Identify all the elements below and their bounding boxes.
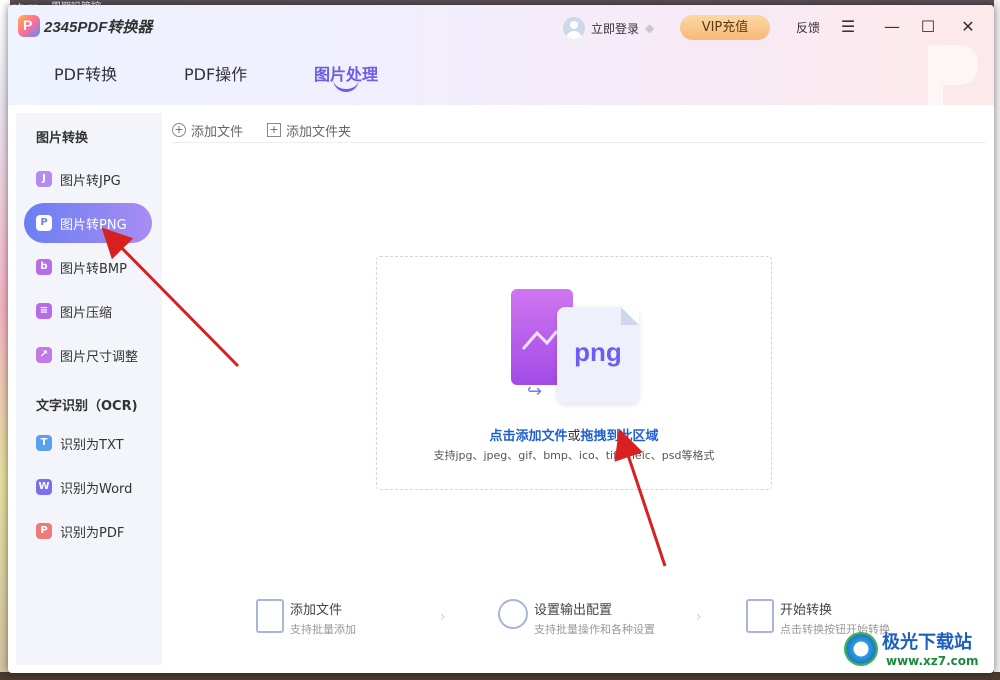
drop-instruction: 点击添加文件或拖拽到此区域 xyxy=(377,425,771,444)
gear-icon xyxy=(498,599,528,629)
chevron-right-icon: › xyxy=(696,609,702,625)
sidebar-item-ocr-word[interactable]: W 识别为Word xyxy=(24,467,152,507)
step-subtitle: 支持批量添加 xyxy=(290,623,356,636)
watermark-text: 极光下载站 xyxy=(882,632,972,653)
sidebar-item-label: 识别为Word xyxy=(60,481,133,497)
app-logo-letter: P xyxy=(23,17,33,33)
feedback-link[interactable]: 反馈 xyxy=(796,19,820,36)
sidebar-item-label: 图片转PNG xyxy=(60,217,127,233)
sidebar-item-to-bmp[interactable]: b 图片转BMP xyxy=(24,247,152,287)
desktop-right-edge xyxy=(994,0,1000,680)
chevron-right-icon: › xyxy=(440,609,446,625)
active-tab-indicator xyxy=(333,79,359,92)
login-label: 立即登录 xyxy=(591,21,640,36)
diamond-icon: ◆ xyxy=(645,21,655,35)
add-folder-button[interactable]: + 添加文件夹 xyxy=(267,121,351,140)
plus-circle-icon: + xyxy=(172,123,186,137)
compress-icon: ≡ xyxy=(36,303,52,319)
toolbar: + 添加文件 + 添加文件夹 xyxy=(172,119,375,141)
file-fold-corner xyxy=(621,307,639,325)
document-icon xyxy=(746,599,774,633)
sidebar-item-label: 图片尺寸调整 xyxy=(60,349,139,365)
step-title: 设置输出配置 xyxy=(534,603,613,618)
resize-icon: ↗ xyxy=(36,347,52,363)
pdf-icon: P xyxy=(36,523,52,539)
login-button[interactable]: 立即登录 ◆ xyxy=(563,16,654,40)
maximize-icon[interactable]: ☐ xyxy=(916,15,940,39)
step-add-file: 添加文件 支持批量添加 xyxy=(256,599,356,637)
click-add-file-link[interactable]: 点击添加文件 xyxy=(489,429,567,444)
png-file-icon: png xyxy=(557,307,639,403)
sidebar-item-label: 图片压缩 xyxy=(60,305,113,321)
toolbar-divider xyxy=(172,142,986,143)
watermark-logo-icon xyxy=(844,632,878,666)
plus-square-icon: + xyxy=(267,123,282,137)
drag-here-text: 拖拽到此区域 xyxy=(580,429,659,444)
top-nav: PDF转换 PDF操作 图片处理 xyxy=(8,61,508,101)
sidebar-item-to-png[interactable]: P 图片转PNG xyxy=(24,203,152,243)
png-icon: P xyxy=(36,215,52,231)
txt-icon: T xyxy=(36,435,52,451)
sidebar: 图片转换 J 图片转JPG P 图片转PNG b 图片转BMP ≡ 图片压缩 ↗… xyxy=(16,113,162,665)
drop-zone[interactable]: png ↪ 点击添加文件或拖拽到此区域 支持jpg、jpeg、gif、bmp、i… xyxy=(376,256,772,490)
tab-pdf-convert[interactable]: PDF转换 xyxy=(54,61,117,85)
supported-formats: 支持jpg、jpeg、gif、bmp、ico、tif、heic、psd等格式 xyxy=(433,449,715,462)
sidebar-item-label: 识别为TXT xyxy=(60,437,124,453)
close-icon[interactable]: ✕ xyxy=(956,15,980,39)
file-extension-label: png xyxy=(574,337,622,367)
sidebar-item-label: 图片转JPG xyxy=(60,173,121,189)
sidebar-item-ocr-txt[interactable]: T 识别为TXT xyxy=(24,423,152,463)
step-title: 开始转换 xyxy=(780,603,833,618)
watermark-url: www.xz7.com xyxy=(886,654,979,668)
sidebar-item-label: 图片转BMP xyxy=(60,261,127,277)
header: P 2345PDF转换器 立即登录 ◆ VIP充值 反馈 ☰ — ☐ ✕ PDF… xyxy=(8,5,994,105)
app-title: 2345PDF转换器 xyxy=(44,19,153,36)
add-file-button[interactable]: + 添加文件 xyxy=(172,121,243,140)
sidebar-item-ocr-pdf[interactable]: P 识别为PDF xyxy=(24,511,152,551)
sidebar-item-to-jpg[interactable]: J 图片转JPG xyxy=(24,159,152,199)
avatar-icon xyxy=(563,17,585,39)
step-title: 添加文件 xyxy=(290,603,343,618)
word-icon: W xyxy=(36,479,52,495)
add-file-step-icon xyxy=(256,599,284,633)
app-logo-icon: P xyxy=(18,15,40,37)
header-decoration xyxy=(928,45,978,105)
sidebar-section-ocr: 文字识别（OCR) xyxy=(36,399,138,414)
vip-recharge-button[interactable]: VIP充值 xyxy=(680,15,770,40)
sidebar-item-label: 识别为PDF xyxy=(60,525,125,541)
drop-or-text: 或 xyxy=(567,429,581,444)
tab-pdf-operate[interactable]: PDF操作 xyxy=(184,61,247,85)
step-subtitle: 支持批量操作和各种设置 xyxy=(534,623,655,636)
add-folder-label: 添加文件夹 xyxy=(286,124,352,140)
watermark: 极光下载站 www.xz7.com xyxy=(842,628,992,674)
add-file-label: 添加文件 xyxy=(191,124,244,140)
bmp-icon: b xyxy=(36,259,52,275)
jpg-icon: J xyxy=(36,171,52,187)
sidebar-item-compress[interactable]: ≡ 图片压缩 xyxy=(24,291,152,331)
step-output-config: 设置输出配置 支持批量操作和各种设置 xyxy=(498,599,655,637)
convert-arrow-icon: ↪ xyxy=(527,381,543,402)
minimize-icon[interactable]: — xyxy=(880,15,904,39)
sidebar-section-image: 图片转换 xyxy=(36,131,89,146)
sidebar-item-resize[interactable]: ↗ 图片尺寸调整 xyxy=(24,335,152,375)
menu-icon[interactable]: ☰ xyxy=(836,15,860,39)
app-window: P 2345PDF转换器 立即登录 ◆ VIP充值 反馈 ☰ — ☐ ✕ PDF… xyxy=(8,5,994,673)
